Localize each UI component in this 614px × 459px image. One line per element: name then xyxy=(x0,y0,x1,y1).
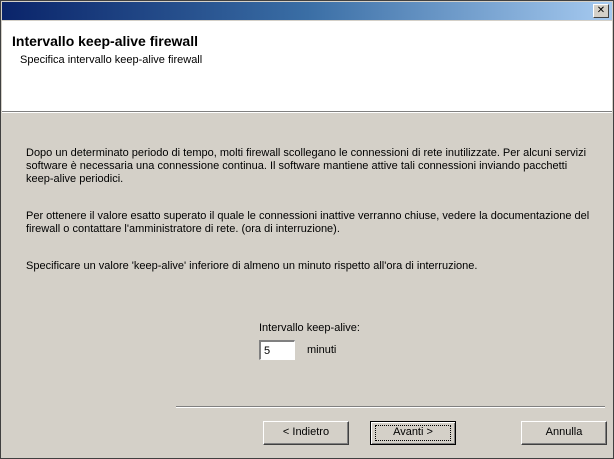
keepalive-label: Intervallo keep-alive: xyxy=(259,322,360,334)
cancel-button[interactable]: Annulla xyxy=(521,421,607,445)
description-paragraph-3: Specificare un valore 'keep-alive' infer… xyxy=(26,260,478,272)
close-icon: ✕ xyxy=(596,5,606,16)
page-subtitle: Specifica intervallo keep-alive firewall xyxy=(20,54,203,66)
header-divider xyxy=(2,112,612,113)
close-button[interactable]: ✕ xyxy=(593,4,609,18)
keepalive-unit-label: minuti xyxy=(307,344,337,356)
wizard-window: ✕ Intervallo keep-alive firewall Specifi… xyxy=(0,0,614,459)
keepalive-input[interactable] xyxy=(259,340,295,360)
title-bar[interactable]: ✕ xyxy=(2,2,612,20)
footer-divider xyxy=(176,406,605,408)
cancel-button-label: Annulla xyxy=(545,426,583,438)
back-button[interactable]: < Indietro xyxy=(263,421,349,445)
page-title: Intervallo keep-alive firewall xyxy=(12,33,198,49)
next-button[interactable]: Avanti > xyxy=(370,421,456,445)
description-paragraph-2: Per ottenere il valore esatto superato i… xyxy=(26,210,590,235)
description-paragraph-1: Dopo un determinato periodo di tempo, mo… xyxy=(26,147,587,185)
wizard-header: Intervallo keep-alive firewall Specifica… xyxy=(2,21,612,112)
next-button-label: Avanti > xyxy=(393,426,433,438)
back-button-label: < Indietro xyxy=(282,426,330,438)
